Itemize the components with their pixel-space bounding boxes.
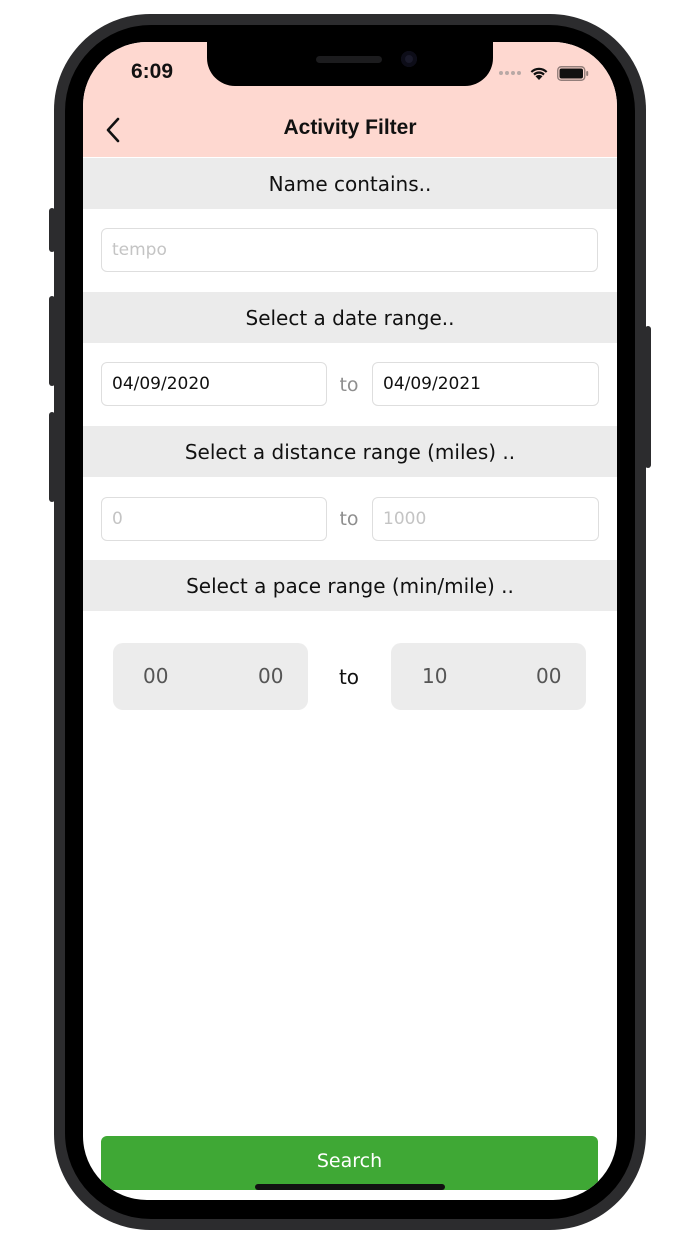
pace-to-picker[interactable]: 10 00	[391, 643, 586, 710]
cellular-signal-icon	[499, 71, 521, 75]
pace-to-seconds[interactable]: 00	[536, 664, 561, 688]
distance-to-input[interactable]	[372, 497, 599, 541]
speaker-grille	[316, 56, 382, 63]
pace-from-picker[interactable]: 00 00	[113, 643, 308, 710]
status-icons	[499, 62, 589, 84]
distance-from-input[interactable]	[101, 497, 327, 541]
app-screen: 6:09 Activity Filter Name contains.. tem…	[83, 42, 617, 1200]
volume-down-button	[49, 412, 55, 502]
pace-from-minutes[interactable]: 00	[143, 664, 168, 688]
pace-from-seconds[interactable]: 00	[258, 664, 283, 688]
pace-to-minutes[interactable]: 10	[422, 664, 447, 688]
pace-section-header: Select a pace range (min/mile) ..	[83, 560, 617, 611]
name-input[interactable]	[101, 228, 598, 272]
date-section-header: Select a date range..	[83, 292, 617, 343]
status-time: 6:09	[131, 60, 174, 83]
nav-bar: Activity Filter	[83, 106, 617, 152]
pace-to-label: to	[338, 665, 360, 689]
front-camera	[401, 51, 417, 67]
search-button[interactable]: Search	[101, 1136, 598, 1190]
distance-section-header: Select a distance range (miles) ..	[83, 426, 617, 477]
volume-up-button	[49, 296, 55, 386]
notch	[207, 42, 493, 86]
date-from-input[interactable]	[101, 362, 327, 406]
page-title: Activity Filter	[283, 116, 417, 139]
battery-icon	[557, 65, 589, 81]
name-section-header: Name contains..	[83, 158, 617, 209]
mute-switch	[49, 208, 55, 252]
distance-to-label: to	[339, 508, 359, 530]
date-to-input[interactable]	[372, 362, 599, 406]
power-button	[645, 326, 651, 468]
wifi-icon	[530, 67, 548, 80]
date-to-label: to	[339, 374, 359, 396]
home-indicator	[255, 1184, 445, 1190]
